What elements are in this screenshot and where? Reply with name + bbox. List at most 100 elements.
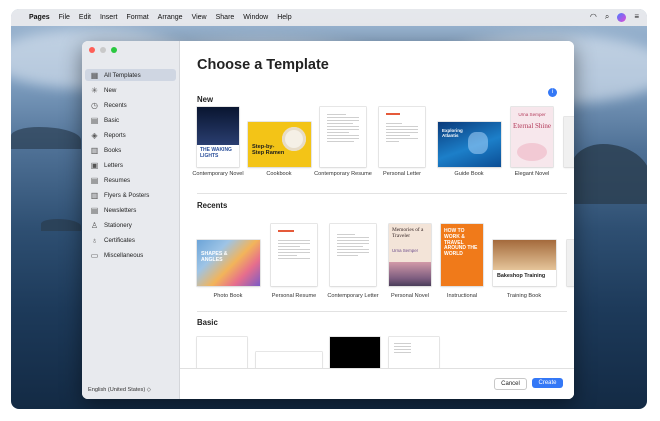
template-instructional[interactable]: HOW TO WORK & TRAVEL AROUND THE WORLD (441, 224, 483, 286)
sidebar-item-label: Newsletters (104, 206, 137, 214)
menu-bar: Pages File Edit Insert Format Arrange Vi… (11, 9, 647, 26)
template-training-book[interactable]: Bakeshop Training (493, 240, 556, 286)
menu-arrange[interactable]: Arrange (158, 14, 183, 21)
letter-icon: ▣ (90, 160, 99, 170)
minimize-button[interactable] (100, 47, 106, 53)
menu-format[interactable]: Format (126, 14, 148, 21)
template-caption: Contemporary Letter (327, 293, 379, 299)
document-icon: ▤ (90, 115, 99, 125)
template-contemporary-novel[interactable]: THE WAKING LIGHTS (197, 107, 239, 167)
menu-share[interactable]: Share (216, 14, 235, 21)
training-cover-title: Bakeshop Training (497, 273, 546, 279)
sidebar-item-label: Books (104, 146, 122, 154)
menu-file[interactable]: File (59, 14, 70, 21)
sidebar-item-label: Flyers & Posters (104, 191, 150, 199)
sidebar-item-resumes[interactable]: ▤ Resumes (85, 174, 176, 186)
flyer-icon: ▥ (90, 190, 99, 200)
template-caption: Personal Resume (271, 293, 317, 299)
sidebar-item-letters[interactable]: ▣ Letters (85, 159, 176, 171)
diver-image (468, 132, 488, 154)
template-elegant-novel[interactable]: Urna Semper Eternal Shine (511, 107, 553, 167)
template-contemporary-letter[interactable] (330, 224, 376, 286)
page-title: Choose a Template (197, 57, 329, 73)
guide-cover-title: Exploring Atlantis (442, 128, 463, 138)
template-personal-resume[interactable] (271, 224, 317, 286)
resume-icon: ▤ (90, 175, 99, 185)
sidebar-item-miscellaneous[interactable]: ▭ Miscellaneous (85, 249, 176, 261)
menu-edit[interactable]: Edit (79, 14, 91, 21)
resume-accent (278, 230, 294, 232)
template-caption: Cookbook (266, 171, 292, 177)
info-icon[interactable]: i (548, 88, 557, 97)
newsletter-icon: ▤ (90, 205, 99, 215)
grid-icon: ▦ (90, 70, 99, 80)
sidebar-item-books[interactable]: ▥ Books (85, 144, 176, 156)
photo-book-cover-title: SHAPES & ANGLES (201, 251, 228, 263)
create-button[interactable]: Create (532, 378, 563, 388)
section-divider (197, 311, 567, 312)
flower-image (517, 143, 547, 161)
text-lines (337, 234, 369, 258)
cookbook-cover-title: Step-by-Step Ramen (252, 144, 285, 156)
sidebar-item-certificates[interactable]: ♁ Certificates (85, 234, 176, 246)
language-selector[interactable]: English (United States) ◇ (88, 387, 151, 393)
island (11, 127, 81, 149)
night-sky-image (197, 107, 239, 145)
control-center-icon[interactable]: ≡ (634, 12, 639, 22)
template-guide-book[interactable]: Exploring Atlantis (438, 122, 501, 167)
sidebar-item-new[interactable]: ✳ New (85, 84, 176, 96)
menu-app[interactable]: Pages (29, 14, 50, 21)
menu-insert[interactable]: Insert (100, 14, 118, 21)
template-chooser-window: ▦ All Templates ✳ New ◷ Recents ▤ Basic … (82, 41, 574, 399)
menu-help[interactable]: Help (277, 14, 291, 21)
template-cookbook[interactable]: Step-by-Step Ramen (248, 122, 311, 167)
template-caption: Instructional (446, 293, 478, 299)
sidebar-item-stationery[interactable]: ♙ Stationery (85, 219, 176, 231)
zoom-button[interactable] (111, 47, 117, 53)
template-photo-book[interactable]: SHAPES & ANGLES (197, 240, 260, 286)
clock-icon: ◷ (91, 100, 98, 110)
template-contemporary-resume[interactable] (320, 107, 366, 167)
template-personal-letter[interactable] (379, 107, 425, 167)
misc-icon: ▭ (90, 250, 99, 260)
template-partial[interactable] (564, 117, 574, 167)
template-caption: Photo Book (213, 293, 243, 299)
novel-cover-title: THE WAKING LIGHTS (200, 147, 232, 159)
template-gallery: Choose a Template New i THE WAKING LIGHT… (180, 41, 574, 399)
stationery-icon: ♙ (90, 220, 99, 230)
siri-icon[interactable] (617, 12, 627, 22)
text-lines (327, 114, 359, 144)
island (41, 219, 81, 231)
sidebar-item-flyers-posters[interactable]: ▥ Flyers & Posters (85, 189, 176, 201)
sidebar-item-basic[interactable]: ▤ Basic (85, 114, 176, 126)
menu-window[interactable]: Window (243, 14, 268, 21)
sidebar-item-label: Letters (104, 161, 123, 169)
footer-bar: Cancel Create (180, 368, 574, 399)
close-button[interactable] (89, 47, 95, 53)
bakery-image (493, 240, 556, 270)
sidebar-item-label: Miscellaneous (104, 251, 144, 259)
instructional-cover-title: HOW TO WORK & TRAVEL AROUND THE WORLD (444, 228, 478, 258)
memories-cover-title: Memories of a Traveler (392, 227, 424, 239)
desktop: Pages File Edit Insert Format Arrange Vi… (11, 9, 647, 409)
menu-view[interactable]: View (192, 14, 207, 21)
sidebar-item-label: Certificates (104, 236, 135, 244)
sidebar-item-recents[interactable]: ◷ Recents (85, 99, 176, 111)
template-caption: Personal Letter (383, 171, 421, 177)
template-partial[interactable] (567, 240, 574, 286)
elegant-cover-author: Urna Semper (518, 112, 546, 117)
cancel-button[interactable]: Cancel (494, 378, 527, 390)
certificate-icon: ♁ (91, 235, 98, 245)
sidebar-item-label: All Templates (104, 71, 141, 79)
spotlight-search-icon[interactable]: ⌕ (605, 12, 609, 22)
wifi-icon[interactable]: ◠ (590, 12, 597, 22)
template-personal-novel[interactable]: Memories of a Traveler Urna Semper (389, 224, 431, 286)
sidebar-item-label: Stationery (104, 221, 132, 229)
sidebar-item-newsletters[interactable]: ▤ Newsletters (85, 204, 176, 216)
sidebar-item-all-templates[interactable]: ▦ All Templates (85, 69, 176, 81)
sidebar-item-reports[interactable]: ◈ Reports (85, 129, 176, 141)
section-title-recents: Recents (197, 201, 228, 210)
window-controls (89, 47, 117, 53)
text-lines (386, 123, 418, 144)
sidebar-item-label: Recents (104, 101, 127, 109)
